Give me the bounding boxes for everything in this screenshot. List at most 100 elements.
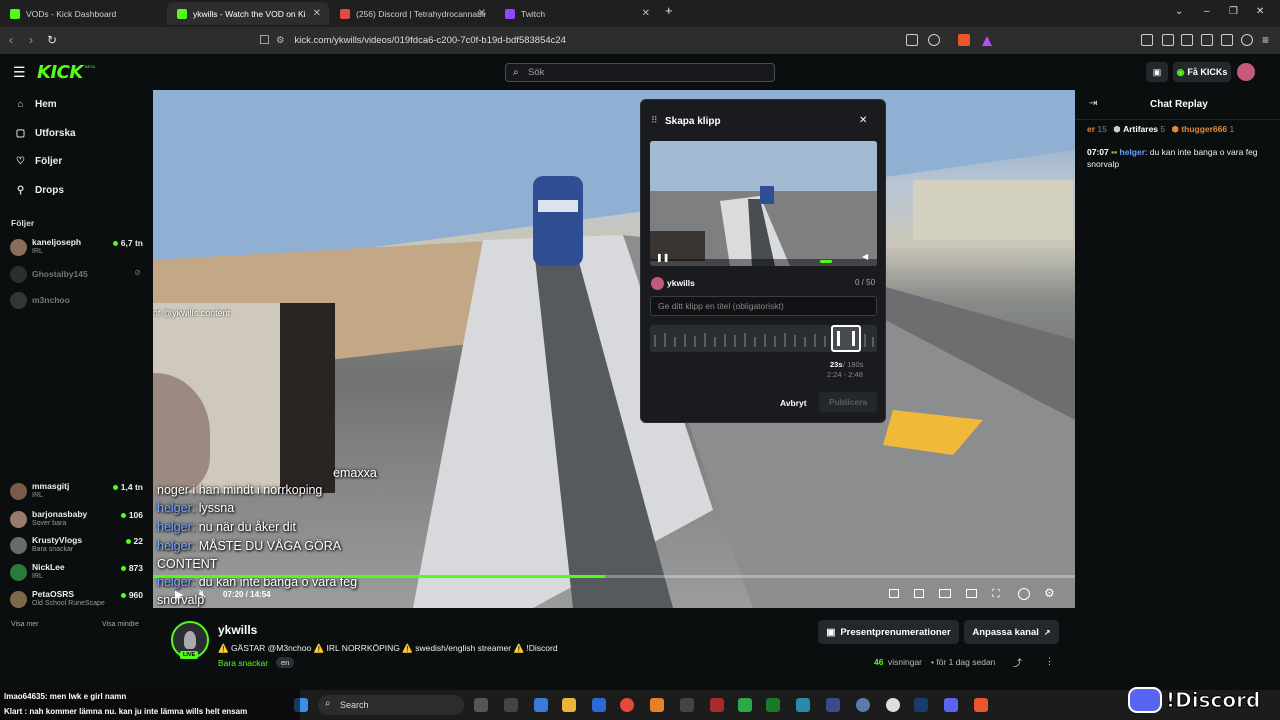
clip-preview[interactable]: ❚❚ ◀︎ xyxy=(650,141,877,266)
app-icon[interactable] xyxy=(856,698,870,712)
url-field[interactable]: ⚙ kick.com/ykwills/videos/019fdca6-c200-… xyxy=(276,30,998,51)
avatar xyxy=(10,239,27,256)
collapse-chat-icon[interactable]: ⇥ xyxy=(1089,98,1097,109)
discord-icon[interactable] xyxy=(944,698,958,712)
following-item[interactable]: m3nchoo xyxy=(10,289,145,313)
gift-subscription-button[interactable]: ▣ Presentprenumerationer xyxy=(818,620,959,644)
speed-icon[interactable] xyxy=(1018,588,1030,600)
widgets-icon[interactable] xyxy=(504,698,518,712)
drag-handle-icon[interactable]: ⠿ xyxy=(651,115,658,126)
nav-home[interactable]: ⌂ Hem xyxy=(14,96,56,112)
channel-name[interactable]: ykwills xyxy=(218,623,257,637)
app-icon[interactable] xyxy=(796,698,810,712)
clip-title-input[interactable]: Ge ditt klipp en titel (obligatoriskt) xyxy=(650,296,877,316)
translate-icon[interactable] xyxy=(906,34,918,46)
nav-explore[interactable]: ▢ Utforska xyxy=(14,125,76,141)
file-explorer-icon[interactable] xyxy=(562,698,576,712)
show-less-link[interactable]: Visa mindre xyxy=(102,621,139,628)
zoom-icon[interactable] xyxy=(928,34,940,46)
obs-icon[interactable] xyxy=(886,698,900,712)
kicks-icon: ◉ xyxy=(1176,66,1185,77)
new-tab-button[interactable]: + xyxy=(665,3,673,18)
store-icon[interactable] xyxy=(592,698,606,712)
theater-mode-icon[interactable] xyxy=(966,589,977,598)
wallet-icon[interactable] xyxy=(1201,34,1213,46)
following-item[interactable]: NickLee IRL 873 xyxy=(10,561,145,585)
kick-logo[interactable]: KICK xyxy=(37,62,83,83)
user-avatar[interactable] xyxy=(1237,63,1255,81)
browser-tab-bar: VODs - Kick Dashboard ykwills - Watch th… xyxy=(0,0,1280,27)
fullscreen-icon[interactable]: ⛶ xyxy=(992,588,1000,601)
customize-channel-button[interactable]: Anpassa kanal ↗ xyxy=(964,620,1059,644)
leo-icon[interactable] xyxy=(1221,34,1233,46)
cancel-button[interactable]: Avbryt xyxy=(780,398,807,408)
media-icon[interactable] xyxy=(1162,34,1174,46)
browser-tab[interactable]: VODs - Kick Dashboard xyxy=(0,2,166,25)
settings-gear-icon[interactable]: ⚙ xyxy=(1044,586,1055,600)
following-item[interactable]: kaneljoseph IRL 6,7 tn xyxy=(10,236,145,260)
reload-icon[interactable]: ↻ xyxy=(47,33,57,47)
vpn-icon[interactable] xyxy=(1241,34,1253,46)
get-kicks-button[interactable]: ◉ Få KICKs xyxy=(1173,62,1231,82)
app-icon[interactable] xyxy=(650,698,664,712)
rewards-icon[interactable] xyxy=(981,34,993,46)
captions-icon[interactable] xyxy=(939,589,951,598)
app-icon[interactable] xyxy=(534,698,548,712)
search-input[interactable]: ⌕ Sök xyxy=(505,63,775,82)
preview-volume-icon[interactable]: ◀︎ xyxy=(862,252,868,261)
dashboard-button[interactable]: ▣ xyxy=(1146,62,1168,82)
following-item[interactable]: KrustyVlogs Bara snackar 22 xyxy=(10,534,145,558)
forward-icon[interactable]: › xyxy=(29,33,33,47)
miniplayer-icon[interactable] xyxy=(889,589,899,598)
close-modal-button[interactable]: ✕ xyxy=(859,115,867,126)
brave-shield-icon[interactable] xyxy=(958,34,970,46)
maximize-button[interactable]: ❐ xyxy=(1229,6,1238,17)
task-view-icon[interactable] xyxy=(474,698,488,712)
close-tab-icon[interactable]: ✕ xyxy=(642,8,650,19)
steam-icon[interactable] xyxy=(914,698,928,712)
app-icon[interactable] xyxy=(826,698,840,712)
minimize-button[interactable]: – xyxy=(1204,6,1210,17)
brave-icon[interactable] xyxy=(974,698,988,712)
extensions-icon[interactable] xyxy=(1141,34,1153,46)
browser-tab[interactable]: (256) Discord | Tetrahydrocannabinol ✕ xyxy=(330,2,494,25)
category-link[interactable]: Bara snackar xyxy=(218,658,268,668)
share-icon[interactable]: ⤴ xyxy=(1013,656,1022,669)
following-item[interactable]: mmasgitj IRL 1,4 tn xyxy=(10,480,145,504)
app-icon[interactable] xyxy=(710,698,724,712)
site-info-icon[interactable]: ⚙ xyxy=(276,35,285,46)
clip-timeline[interactable] xyxy=(650,325,877,352)
app-icon[interactable] xyxy=(738,698,752,712)
sidebar-icon[interactable] xyxy=(1181,34,1193,46)
language-tag[interactable]: en xyxy=(276,657,295,668)
following-item[interactable]: PetaOSRS Old School RuneScape 960 xyxy=(10,588,145,612)
more-options-icon[interactable]: ⋮ xyxy=(1045,656,1054,667)
mute-icon[interactable]: 🔇︎ xyxy=(199,588,206,601)
browser-tab-active[interactable]: ykwills - Watch the VOD on Ki ✕ xyxy=(167,2,329,25)
clip-range-handle[interactable] xyxy=(831,325,861,352)
tab-list-chevron-icon[interactable]: ⌄ xyxy=(1175,6,1183,17)
taskbar-search[interactable]: ⌕ Search xyxy=(318,695,464,715)
back-icon[interactable]: ‹ xyxy=(9,33,13,47)
nav-drops[interactable]: ⚲ Drops xyxy=(14,182,64,198)
following-item[interactable]: barjonasbaby Sover bara 106 xyxy=(10,508,145,532)
video-player[interactable]: @ykwills @ykwills live @ykwills content … xyxy=(153,90,1075,608)
close-tab-icon[interactable]: ✕ xyxy=(478,8,486,19)
following-item[interactable]: Ghostalby145 ⊘ xyxy=(10,263,145,287)
clip-icon[interactable] xyxy=(914,589,924,598)
browser-tab[interactable]: Twitch ✕ xyxy=(495,2,658,25)
close-tab-icon[interactable]: ✕ xyxy=(313,8,321,19)
bookmark-icon[interactable]: ☐ xyxy=(259,33,270,47)
menu-icon[interactable]: ≡ xyxy=(1262,33,1269,47)
preview-pause-icon[interactable]: ❚❚ xyxy=(656,253,669,262)
nav-following[interactable]: ♡ Följer xyxy=(14,153,62,169)
app-icon[interactable] xyxy=(680,698,694,712)
chrome-icon[interactable] xyxy=(620,698,634,712)
close-window-button[interactable]: ✕ xyxy=(1256,6,1264,17)
xbox-icon[interactable] xyxy=(766,698,780,712)
play-icon[interactable]: ▶ xyxy=(175,588,183,601)
publish-button[interactable]: Publicera xyxy=(819,392,877,412)
seek-bar[interactable] xyxy=(153,575,1075,578)
show-more-link[interactable]: Visa mer xyxy=(11,621,39,628)
hamburger-menu-icon[interactable]: ☰ xyxy=(13,64,26,81)
